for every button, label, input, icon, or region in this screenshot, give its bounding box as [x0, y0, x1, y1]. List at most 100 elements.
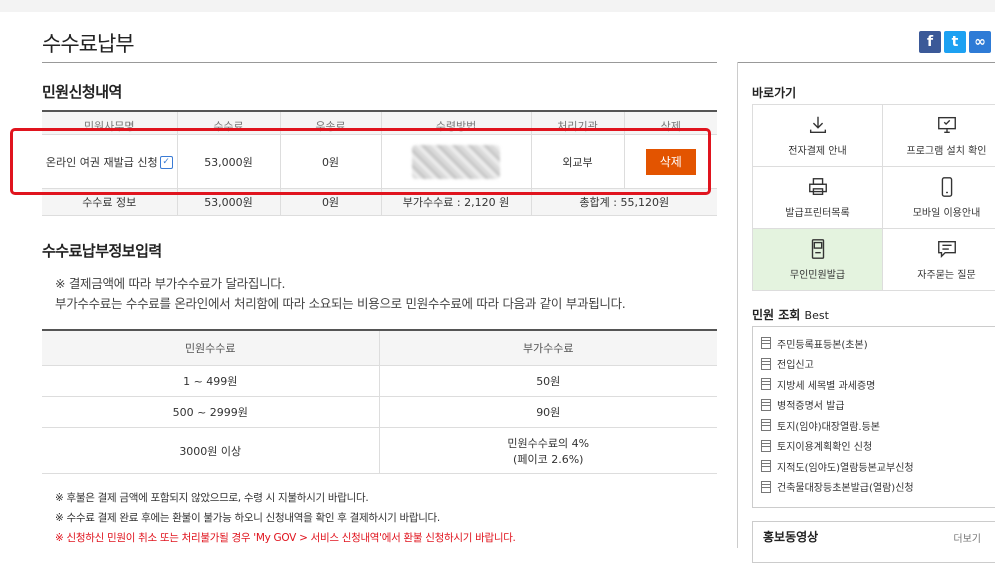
fee-table: 민원수수료 부가수수료 1 ~ 499원 50원 500 ~ 2999원 90원… [42, 329, 717, 474]
fee-range: 500 ~ 2999원 [42, 396, 380, 428]
kiosk-icon [811, 239, 824, 259]
delete-button[interactable]: 삭제 [645, 148, 696, 175]
top-bar [0, 0, 995, 12]
list-item[interactable]: 토지(임야)대장열람.등본 [761, 415, 995, 436]
quick-link-printer-list[interactable]: 발급프린터목록 [752, 167, 882, 229]
list-item[interactable]: 주민등록표등본(초본) [761, 333, 995, 354]
best-list: 주민등록표등본(초본) 전입신고 지방세 세목별 과세증명 병적증명서 발급 토… [752, 326, 995, 508]
document-icon [761, 460, 771, 473]
table-row: 1 ~ 499원 50원 [42, 365, 717, 397]
receive-method-cell [381, 134, 532, 189]
quick-link-faq[interactable]: 자주묻는 질문 [882, 229, 995, 291]
list-item[interactable]: 지방세 세목별 과세증명 [761, 374, 995, 395]
sidebar-divider [737, 62, 995, 63]
header-extra-fee: 부가수수료 [379, 330, 717, 366]
fee-range: 1 ~ 499원 [42, 365, 380, 397]
mobile-icon [941, 177, 952, 197]
quick-link-label: 전자결제 안내 [788, 146, 847, 157]
list-item[interactable]: 지적도(임야도)열람등본교부신청 [761, 456, 995, 477]
request-name-cell: 온라인 여권 재발급 신청 ✓ [42, 134, 178, 189]
list-item[interactable]: 토지이용계획확인 신청 [761, 436, 995, 457]
summary-postage: 0원 [280, 188, 382, 216]
quick-link-label: 프로그램 설치 확인 [906, 146, 987, 157]
download-icon [809, 116, 826, 134]
list-item[interactable]: 전입신고 [761, 354, 995, 375]
footnote-2: ※ 수수료 결제 완료 후에는 환불이 불가능 하오니 신청내역을 확인 후 결… [55, 512, 440, 524]
edit-icon[interactable]: ✓ [159, 156, 173, 169]
title-divider [42, 62, 717, 63]
fee-extra: 90원 [379, 396, 717, 428]
list-item-label: 토지이용계획확인 신청 [777, 442, 873, 454]
header-agency: 처리기관 [531, 111, 625, 135]
best-list-title: 민원 조회 Best [752, 306, 829, 323]
monitor-icon [937, 116, 956, 134]
best-title-suffix: Best [804, 309, 829, 322]
chat-icon [937, 240, 956, 258]
quick-link-kiosk[interactable]: 무인민원발급 [752, 229, 882, 291]
request-fee: 53,000원 [177, 134, 281, 189]
page-title: 수수료납부 [42, 32, 135, 56]
request-table: 민원사무명 수수료 우송료 수령방법 처리기관 삭제 온라인 여권 재발급 신청… [42, 110, 717, 216]
header-civil-fee: 민원수수료 [42, 330, 380, 366]
summary-label: 수수료 정보 [42, 188, 178, 216]
footnote-1: ※ 후불은 결제 금액에 포함되지 않았으므로, 수령 시 지불하시기 바랍니다… [55, 492, 369, 504]
header-delete: 삭제 [624, 111, 717, 135]
quick-link-label: 무인민원발급 [789, 270, 846, 281]
quick-link-label: 발급프린터목록 [785, 208, 850, 219]
fee-notice-2: 부가수수료는 수수료를 온라인에서 처리함에 따라 소요되는 비용으로 민원수수… [55, 296, 626, 311]
quick-links-title: 바로가기 [752, 86, 797, 100]
facebook-icon[interactable]: f [919, 31, 941, 53]
header-fee: 수수료 [177, 111, 281, 135]
list-item[interactable]: 병적증명서 발급 [761, 395, 995, 416]
document-icon [761, 357, 771, 370]
quick-links: 전자결제 안내 프로그램 설치 확인 발급프린터목록 모바일 이용안내 무인민원… [752, 104, 995, 291]
delete-cell: 삭제 [624, 134, 717, 189]
document-icon [761, 439, 771, 452]
list-item[interactable]: 건축물대장등초본발급(열람)신청 [761, 477, 995, 498]
promo-title: 홍보동영상 [763, 530, 819, 544]
list-item-label: 병적증명서 발급 [777, 401, 845, 413]
best-title-text: 민원 조회 [752, 308, 801, 322]
quick-link-label: 자주묻는 질문 [917, 270, 976, 281]
quick-link-label: 모바일 이용안내 [912, 208, 981, 219]
fee-section-title: 수수료납부정보입력 [42, 242, 162, 260]
list-item-label: 지적도(임야도)열람등본교부신청 [777, 462, 914, 474]
fee-extra-cell: 민원수수료의 4% (페이코 2.6%) [379, 427, 717, 474]
document-icon [761, 419, 771, 432]
share-buttons: f t ∞ [919, 31, 991, 53]
list-item-label: 주민등록표등본(초본) [777, 339, 868, 351]
list-item-label: 전입신고 [777, 360, 814, 372]
blurred-content [412, 144, 500, 179]
request-name: 온라인 여권 재발급 신청 [45, 155, 158, 169]
summary-fee: 53,000원 [177, 188, 281, 216]
quick-link-program-check[interactable]: 프로그램 설치 확인 [882, 105, 995, 167]
header-receive-method: 수령방법 [381, 111, 532, 135]
footnote-3: ※ 신청하신 민원이 취소 또는 처리불가될 경우 'My GOV > 서비스 … [55, 532, 516, 544]
summary-extra-fee: 부가수수료 : 2,120 원 [381, 188, 532, 216]
document-icon [761, 378, 771, 391]
fee-notice-1: ※ 결제금액에 따라 부가수수료가 달라집니다. [55, 276, 286, 291]
request-agency: 외교부 [531, 134, 625, 189]
fee-extra: 민원수수료의 4% [507, 436, 590, 450]
document-icon [761, 337, 771, 350]
document-icon [761, 398, 771, 411]
summary-row: 수수료 정보 53,000원 0원 부가수수료 : 2,120 원 총합계 : … [42, 188, 717, 216]
list-item-label: 토지(임야)대장열람.등본 [777, 421, 880, 433]
header-name: 민원사무명 [42, 111, 178, 135]
promo-video-box: 홍보동영상 더보기 [752, 521, 995, 563]
twitter-icon[interactable]: t [944, 31, 966, 53]
promo-more-link[interactable]: 더보기 [953, 530, 981, 545]
list-item-label: 지방세 세목별 과세증명 [777, 380, 876, 392]
link-icon[interactable]: ∞ [969, 31, 991, 53]
request-section-title: 민원신청내역 [42, 83, 122, 101]
table-row: 500 ~ 2999원 90원 [42, 396, 717, 428]
quick-link-payment-guide[interactable]: 전자결제 안내 [752, 105, 882, 167]
quick-link-mobile-guide[interactable]: 모바일 이용안내 [882, 167, 995, 229]
column-divider [737, 62, 738, 548]
summary-total: 총합계 : 55,120원 [531, 188, 717, 216]
printer-icon [808, 178, 827, 196]
fee-extra: 50원 [379, 365, 717, 397]
table-row: 온라인 여권 재발급 신청 ✓ 53,000원 0원 외교부 삭제 [42, 134, 717, 189]
header-postage: 우송료 [280, 111, 382, 135]
table-row: 3000원 이상 민원수수료의 4% (페이코 2.6%) [42, 427, 717, 474]
